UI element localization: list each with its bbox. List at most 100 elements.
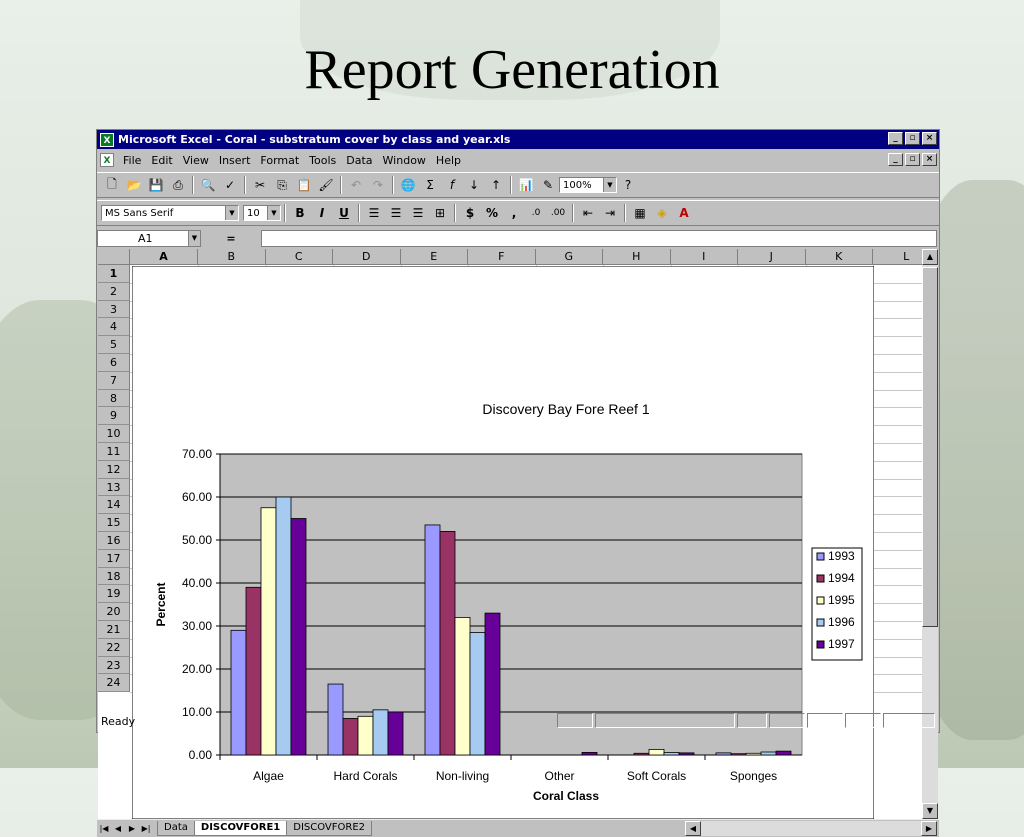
row-header-5[interactable]: 5 xyxy=(98,336,130,354)
row-header-9[interactable]: 9 xyxy=(98,407,130,426)
save-icon[interactable]: 💾 xyxy=(146,175,166,195)
menu-file[interactable]: File xyxy=(118,154,146,167)
column-header-k[interactable]: K xyxy=(805,249,873,265)
column-header-e[interactable]: E xyxy=(400,249,468,265)
menu-format[interactable]: Format xyxy=(255,154,304,167)
row-header-12[interactable]: 12 xyxy=(98,460,130,479)
sheet-tab-data[interactable]: Data xyxy=(157,821,195,836)
decrease-decimal-icon[interactable]: .00 xyxy=(548,203,568,223)
currency-button[interactable]: $ xyxy=(460,203,480,223)
zoom-select[interactable]: 100% ▼ xyxy=(559,177,617,193)
row-header-23[interactable]: 23 xyxy=(98,656,130,675)
drawing-icon[interactable]: ✎ xyxy=(538,175,558,195)
doc-restore-button[interactable]: ▫ xyxy=(905,153,920,166)
print-preview-icon[interactable]: 🔍 xyxy=(198,175,218,195)
column-header-b[interactable]: B xyxy=(198,249,266,265)
row-header-6[interactable]: 6 xyxy=(98,354,130,372)
font-size-select[interactable]: 10 ▼ xyxy=(243,205,281,221)
function-icon[interactable]: f xyxy=(442,175,462,195)
paste-icon[interactable]: 📋 xyxy=(294,175,314,195)
doc-minimize-button[interactable]: _ xyxy=(888,153,903,166)
minimize-button[interactable]: _ xyxy=(888,132,903,145)
row-header-22[interactable]: 22 xyxy=(98,638,130,657)
chart-object[interactable]: 0.0010.0020.0030.0040.0050.0060.0070.00A… xyxy=(132,266,874,819)
menu-view[interactable]: View xyxy=(178,154,214,167)
column-header-g[interactable]: G xyxy=(535,249,603,265)
menu-insert[interactable]: Insert xyxy=(214,154,256,167)
row-header-2[interactable]: 2 xyxy=(98,282,130,301)
autosum-icon[interactable]: Σ xyxy=(420,175,440,195)
row-header-20[interactable]: 20 xyxy=(98,603,130,621)
row-header-24[interactable]: 24 xyxy=(98,674,130,693)
format-painter-icon[interactable]: 🖌 xyxy=(316,175,336,195)
close-button[interactable]: × xyxy=(922,132,937,145)
column-header-h[interactable]: H xyxy=(603,249,671,265)
help-icon[interactable]: ? xyxy=(618,175,638,195)
chevron-down-icon[interactable]: ▼ xyxy=(188,229,201,247)
excel-app-icon[interactable]: X xyxy=(100,132,114,147)
scroll-right-icon[interactable]: ▶ xyxy=(921,821,937,836)
first-sheet-icon[interactable]: |◀ xyxy=(97,822,111,836)
row-header-15[interactable]: 15 xyxy=(98,514,130,532)
print-icon[interactable]: ⎙ xyxy=(168,175,188,195)
percent-button[interactable]: % xyxy=(482,203,502,223)
last-sheet-icon[interactable]: ▶| xyxy=(139,822,153,836)
scroll-down-icon[interactable]: ▼ xyxy=(922,803,938,819)
cut-icon[interactable]: ✂ xyxy=(250,175,270,195)
row-header-19[interactable]: 19 xyxy=(98,585,130,604)
decrease-indent-icon[interactable]: ⇤ xyxy=(578,203,598,223)
sort-descending-icon[interactable]: ↑ xyxy=(486,175,506,195)
scroll-thumb[interactable] xyxy=(922,267,938,627)
column-header-a[interactable]: A xyxy=(130,249,198,265)
workbook-icon[interactable]: X xyxy=(100,153,114,167)
row-header-10[interactable]: 10 xyxy=(98,425,130,443)
vertical-scrollbar[interactable]: ▲ ▼ xyxy=(922,249,938,819)
sheet-tab-discovfore2[interactable]: DISCOVFORE2 xyxy=(286,821,373,836)
menu-data[interactable]: Data xyxy=(341,154,377,167)
row-header-18[interactable]: 18 xyxy=(98,567,130,586)
spelling-icon[interactable]: ✓ xyxy=(220,175,240,195)
underline-button[interactable]: U xyxy=(334,203,354,223)
name-box[interactable]: A1 ▼ xyxy=(97,229,201,247)
next-sheet-icon[interactable]: ▶ xyxy=(125,822,139,836)
row-header-14[interactable]: 14 xyxy=(98,496,130,515)
new-document-icon[interactable]: 🗋 xyxy=(102,175,122,195)
fill-color-icon[interactable]: ◈ xyxy=(652,203,672,223)
row-header-3[interactable]: 3 xyxy=(98,300,130,319)
bold-button[interactable]: B xyxy=(290,203,310,223)
row-header-13[interactable]: 13 xyxy=(98,478,130,497)
menu-edit[interactable]: Edit xyxy=(146,154,177,167)
column-header-l[interactable]: L xyxy=(873,249,922,265)
column-header-d[interactable]: D xyxy=(333,249,401,265)
row-header-21[interactable]: 21 xyxy=(98,621,130,639)
italic-button[interactable]: I xyxy=(312,203,332,223)
menu-window[interactable]: Window xyxy=(378,154,431,167)
restore-button[interactable]: ▫ xyxy=(905,132,920,145)
row-header-8[interactable]: 8 xyxy=(98,389,130,408)
redo-icon[interactable]: ↷ xyxy=(368,175,388,195)
chevron-down-icon[interactable]: ▼ xyxy=(225,206,238,220)
comma-button[interactable]: , xyxy=(504,203,524,223)
align-center-icon[interactable]: ☰ xyxy=(386,203,406,223)
scroll-left-icon[interactable]: ◀ xyxy=(685,821,701,836)
web-globe-icon[interactable]: 🌐 xyxy=(398,175,418,195)
column-header-c[interactable]: C xyxy=(265,249,333,265)
increase-indent-icon[interactable]: ⇥ xyxy=(600,203,620,223)
row-header-16[interactable]: 16 xyxy=(98,532,130,550)
merge-center-icon[interactable]: ⊞ xyxy=(430,203,450,223)
row-header-17[interactable]: 17 xyxy=(98,549,130,568)
menu-tools[interactable]: Tools xyxy=(304,154,341,167)
row-header-7[interactable]: 7 xyxy=(98,371,130,390)
open-folder-icon[interactable]: 📂 xyxy=(124,175,144,195)
prev-sheet-icon[interactable]: ◀ xyxy=(111,822,125,836)
scroll-up-icon[interactable]: ▲ xyxy=(922,249,938,265)
column-header-j[interactable]: J xyxy=(738,249,806,265)
edit-formula-button[interactable]: = xyxy=(201,232,261,245)
undo-icon[interactable]: ↶ xyxy=(346,175,366,195)
window-titlebar[interactable]: X Microsoft Excel - Coral - substratum c… xyxy=(97,130,939,149)
row-header-1[interactable]: 1 xyxy=(98,265,130,283)
sort-ascending-icon[interactable]: ↓ xyxy=(464,175,484,195)
chart-wizard-icon[interactable]: 📊 xyxy=(516,175,536,195)
doc-close-button[interactable]: × xyxy=(922,153,937,166)
row-header-4[interactable]: 4 xyxy=(98,318,130,337)
